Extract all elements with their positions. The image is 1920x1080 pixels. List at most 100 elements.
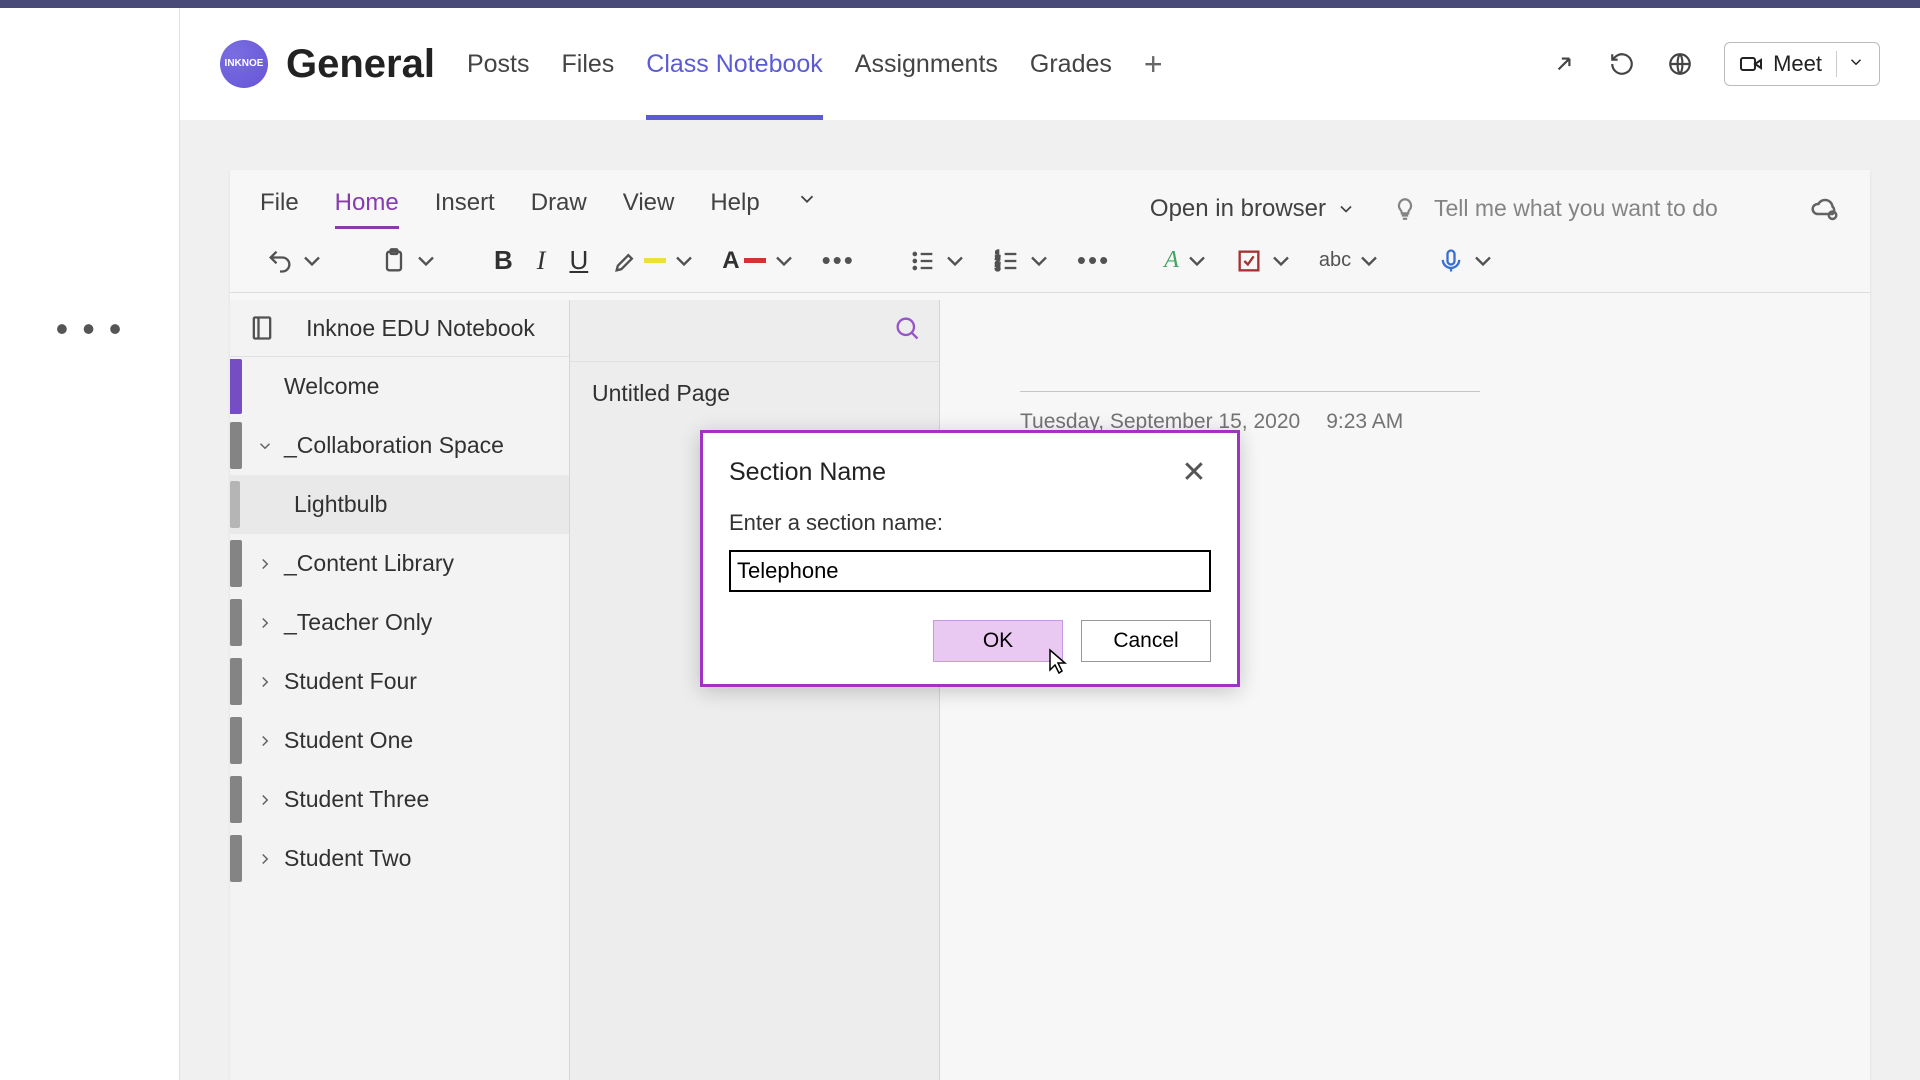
app-titlebar-strip [0, 0, 1920, 8]
ribbon-tabs: File Home Insert Draw View Help Open in … [230, 170, 1870, 229]
section-item[interactable]: Student Two [230, 829, 569, 888]
section-name-input[interactable] [729, 550, 1211, 592]
section-item[interactable]: Student Three [230, 770, 569, 829]
ribbon-tab-insert[interactable]: Insert [435, 189, 495, 229]
page-time: 9:23 AM [1326, 410, 1403, 434]
section-label: _Content Library [284, 550, 454, 577]
channel-header: INKNOE General Posts Files Class Noteboo… [180, 8, 1920, 120]
ribbon-tab-draw[interactable]: Draw [531, 189, 587, 229]
section-label: Student Four [284, 668, 417, 695]
section-item[interactable]: Student One [230, 711, 569, 770]
paste-button[interactable] [374, 243, 446, 279]
team-avatar[interactable]: INKNOE [220, 40, 268, 88]
section-color-tab [230, 776, 242, 823]
more-paragraph-icon[interactable]: ••• [1071, 241, 1116, 280]
dialog-title: Section Name [729, 458, 886, 487]
notebook-title: Inknoe EDU Notebook [290, 315, 551, 342]
tab-posts[interactable]: Posts [467, 8, 530, 120]
home-toolbar: B I U A ••• 123 ••• [230, 229, 1870, 293]
page-canvas[interactable]: Tuesday, September 15, 2020 9:23 AM [940, 300, 1870, 1080]
open-in-browser-button[interactable]: Open in browser [1150, 195, 1356, 223]
chevron-down-icon[interactable] [256, 437, 274, 455]
sync-status-icon[interactable] [1810, 194, 1840, 224]
cancel-button[interactable]: Cancel [1081, 620, 1211, 662]
tell-me-input[interactable] [1434, 195, 1774, 222]
chevron-right-icon[interactable] [256, 791, 274, 809]
team-avatar-text: INKNOE [225, 59, 264, 69]
reload-icon[interactable] [1608, 50, 1636, 78]
chevron-right-icon[interactable] [256, 555, 274, 573]
section-color-tab [230, 599, 242, 646]
section-color-tab [230, 835, 242, 882]
notebook-icon[interactable] [248, 314, 276, 342]
page-title-input[interactable] [1020, 348, 1480, 392]
section-color-tab [230, 359, 242, 414]
section-color-tab [230, 481, 240, 528]
section-color-tab [230, 422, 242, 469]
more-font-icon[interactable]: ••• [816, 241, 861, 280]
meet-button[interactable]: Meet [1724, 42, 1880, 86]
tags-button[interactable] [1229, 243, 1301, 279]
dictate-button[interactable] [1431, 243, 1503, 279]
section-color-tab [230, 540, 242, 587]
page-item[interactable]: Untitled Page [570, 362, 939, 425]
search-icon[interactable] [893, 314, 921, 347]
ok-button[interactable]: OK [933, 620, 1063, 662]
more-apps-icon[interactable]: • • • [56, 308, 124, 350]
font-color-button[interactable]: A [716, 243, 803, 279]
channel-title: General [286, 42, 435, 87]
lightbulb-icon [1392, 196, 1418, 222]
underline-button[interactable]: U [563, 241, 594, 280]
expand-icon[interactable] [1550, 50, 1578, 78]
section-item[interactable]: Student Four [230, 652, 569, 711]
section-item[interactable]: Welcome [230, 357, 569, 416]
undo-button[interactable] [260, 243, 332, 279]
tab-files[interactable]: Files [562, 8, 615, 120]
section-item[interactable]: _Content Library [230, 534, 569, 593]
section-item[interactable]: Lightbulb [230, 475, 569, 534]
chevron-right-icon[interactable] [256, 614, 274, 632]
globe-icon[interactable] [1666, 50, 1694, 78]
section-name-dialog: Section Name ✕ Enter a section name: OK … [700, 430, 1240, 687]
channel-tabs: Posts Files Class Notebook Assignments G… [467, 8, 1163, 120]
tell-me-search[interactable] [1392, 195, 1774, 222]
numbering-button[interactable]: 123 [987, 243, 1059, 279]
bold-button[interactable]: B [488, 241, 519, 280]
spelling-button[interactable]: abc [1313, 243, 1389, 279]
close-icon[interactable]: ✕ [1177, 455, 1211, 490]
section-item[interactable]: _Teacher Only [230, 593, 569, 652]
chevron-right-icon[interactable] [256, 732, 274, 750]
styles-button[interactable]: A [1158, 243, 1217, 279]
section-label: _Collaboration Space [284, 432, 504, 459]
add-tab-icon[interactable]: + [1144, 46, 1163, 83]
ribbon-tab-help[interactable]: Help [710, 189, 759, 229]
section-label: Welcome [284, 373, 379, 400]
tab-class-notebook[interactable]: Class Notebook [646, 8, 822, 120]
italic-button[interactable]: I [531, 242, 552, 280]
ribbon-tab-file[interactable]: File [260, 189, 299, 229]
teams-left-rail: • • • [0, 8, 180, 1080]
chevron-down-icon[interactable] [1836, 51, 1865, 77]
ribbon-more-chevron-icon[interactable] [796, 188, 818, 229]
section-color-tab [230, 717, 242, 764]
video-icon [1739, 52, 1763, 76]
section-label: _Teacher Only [284, 609, 432, 636]
svg-text:3: 3 [995, 263, 1000, 272]
meet-label: Meet [1773, 51, 1822, 77]
section-panel: Inknoe EDU Notebook Welcome _Collaboratio… [230, 300, 570, 1080]
highlight-button[interactable] [606, 243, 704, 279]
section-label: Student Two [284, 845, 411, 872]
dialog-label: Enter a section name: [729, 510, 1211, 536]
open-in-browser-label: Open in browser [1150, 195, 1326, 223]
section-label: Lightbulb [294, 491, 387, 518]
chevron-right-icon[interactable] [256, 673, 274, 691]
ribbon-tab-view[interactable]: View [623, 189, 675, 229]
chevron-right-icon[interactable] [256, 850, 274, 868]
section-item[interactable]: _Collaboration Space [230, 416, 569, 475]
tab-assignments[interactable]: Assignments [855, 8, 998, 120]
tab-grades[interactable]: Grades [1030, 8, 1112, 120]
section-color-tab [230, 658, 242, 705]
ribbon-tab-home[interactable]: Home [335, 189, 399, 229]
bullets-button[interactable] [903, 243, 975, 279]
page-panel: Untitled Page [570, 300, 940, 1080]
